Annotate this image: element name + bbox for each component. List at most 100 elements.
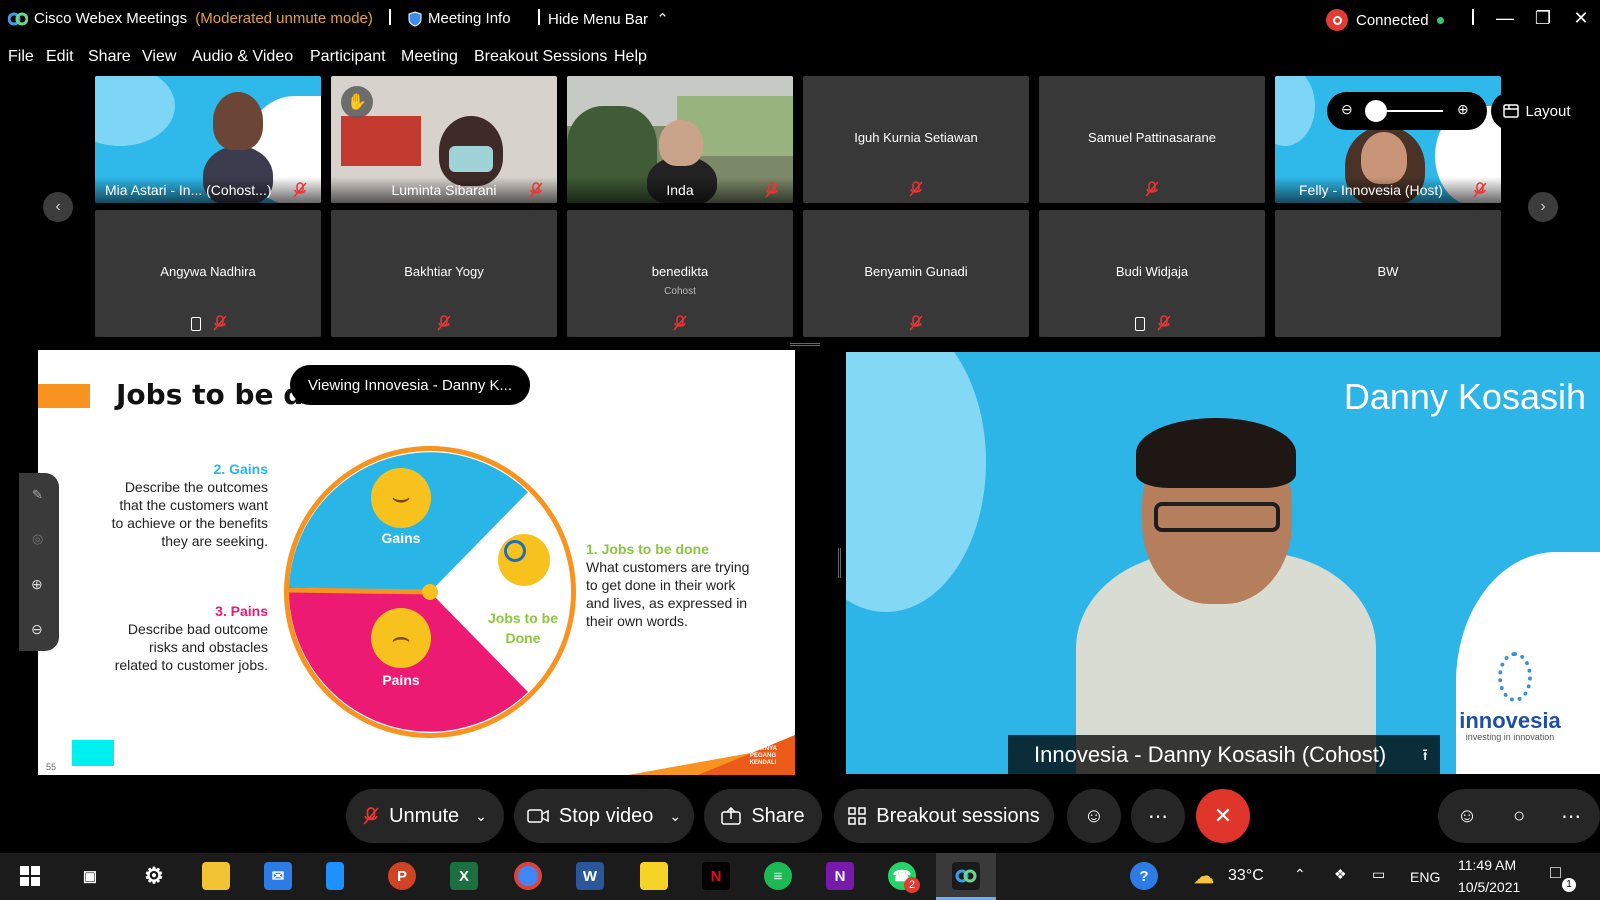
weather-icon[interactable]: ☁ bbox=[1190, 862, 1218, 890]
title-bar: Cisco Webex Meetings (Moderated unmute m… bbox=[0, 0, 1600, 38]
tablet-app-icon[interactable] bbox=[326, 862, 344, 890]
zoom-in-icon[interactable]: ⊕ bbox=[31, 576, 43, 593]
meeting-info-button[interactable]: Meeting Info bbox=[408, 10, 511, 27]
zoom-out-icon[interactable]: ⊖ bbox=[31, 621, 43, 638]
end-call-button[interactable]: ✕ bbox=[1196, 789, 1250, 843]
innovesia-logo-icon bbox=[1498, 652, 1532, 702]
menu-file[interactable]: File bbox=[8, 48, 34, 66]
webex-taskbar-icon[interactable] bbox=[952, 862, 980, 890]
battery-icon[interactable]: ▭ bbox=[1372, 866, 1385, 883]
notification-icon[interactable]: □ bbox=[1550, 862, 1561, 883]
menu-edit[interactable]: Edit bbox=[46, 48, 74, 66]
menu-audio-video[interactable]: Audio & Video bbox=[192, 48, 293, 66]
restore-icon[interactable]: ❐ bbox=[1528, 4, 1558, 32]
chevron-down-icon[interactable]: ⌄ bbox=[669, 808, 681, 825]
breakout-sessions-label: Breakout sessions bbox=[876, 804, 1040, 827]
raised-hand-icon: ✋ bbox=[341, 86, 373, 118]
video-tile[interactable]: ✋ Luminta Sibarani bbox=[331, 76, 557, 203]
help-icon[interactable]: ? bbox=[1130, 862, 1158, 890]
next-page-button[interactable]: › bbox=[1528, 192, 1558, 222]
windows-start-icon[interactable] bbox=[16, 862, 44, 890]
viewing-label: Viewing Innovesia - Danny K... bbox=[308, 376, 513, 394]
more-options-button[interactable]: ⋯ bbox=[1131, 789, 1185, 843]
fit-icon[interactable]: ◎ bbox=[32, 531, 43, 547]
innovesia-brand: innovesia bbox=[1459, 708, 1561, 733]
jobs-heading: 1. Jobs to be done bbox=[586, 541, 709, 557]
video-tile[interactable]: BW bbox=[1275, 210, 1501, 337]
app-title: Cisco Webex Meetings (Moderated unmute m… bbox=[34, 10, 373, 27]
hide-menu-bar-button[interactable]: Hide Menu Bar ⌃ bbox=[548, 10, 669, 28]
more-panels-icon[interactable]: ⋯ bbox=[1561, 804, 1581, 829]
zoom-in-icon[interactable]: ⊕ bbox=[1457, 101, 1469, 118]
video-tile[interactable]: Samuel Pattinasarane bbox=[1039, 76, 1265, 203]
zoom-out-icon[interactable]: ⊖ bbox=[1341, 101, 1353, 118]
chevron-down-icon[interactable]: ⌄ bbox=[475, 808, 487, 825]
word-icon[interactable]: W bbox=[576, 862, 604, 890]
clock-time[interactable]: 11:49 AM bbox=[1458, 857, 1516, 873]
video-tile[interactable]: benedikta Cohost bbox=[567, 210, 793, 337]
layout-button[interactable]: Layout bbox=[1491, 92, 1583, 130]
reactions-button[interactable]: ☺ bbox=[1067, 789, 1121, 843]
innovesia-tagline: investing in innovation bbox=[1465, 732, 1555, 742]
video-tile[interactable]: Iguh Kurnia Setiawan bbox=[803, 76, 1029, 203]
close-icon: ✕ bbox=[1213, 803, 1233, 828]
participant-name: Mia Astari - In... bbox=[105, 182, 203, 198]
tile-caption: Mia Astari - In... (Cohost...) bbox=[95, 177, 321, 203]
previous-page-button[interactable]: ‹ bbox=[43, 192, 73, 222]
menu-meeting[interactable]: Meeting bbox=[401, 48, 458, 66]
zoom-slider-handle[interactable] bbox=[1365, 100, 1387, 122]
video-tile[interactable]: Mia Astari - In... (Cohost...) bbox=[95, 76, 321, 203]
mic-muted-icon bbox=[1145, 181, 1159, 197]
tile-caption: Felly - Innovesia (Host) bbox=[1275, 177, 1501, 203]
shield-icon bbox=[408, 10, 422, 27]
video-tile[interactable]: Angywa Nadhira bbox=[95, 210, 321, 337]
share-label: Share bbox=[751, 804, 805, 827]
speaker-overlay-name: Danny Kosasih bbox=[1343, 376, 1586, 417]
settings-gear-icon[interactable]: ⚙ bbox=[140, 862, 168, 890]
pop-out-icon[interactable]: ⭱ bbox=[1422, 744, 1428, 771]
stop-video-button[interactable]: Stop video ⌄ bbox=[514, 789, 694, 843]
resize-handle[interactable] bbox=[838, 548, 841, 578]
chevron-up-icon[interactable]: ⌃ bbox=[1294, 866, 1306, 883]
layout-icon bbox=[1503, 104, 1520, 118]
clock-date[interactable]: 10/5/2021 bbox=[1458, 879, 1520, 895]
smiley-icon: ⌣ bbox=[371, 468, 431, 528]
chat-icon[interactable]: ○ bbox=[1513, 805, 1525, 828]
menu-view[interactable]: View bbox=[142, 48, 176, 66]
video-tile[interactable]: Benyamin Gunadi bbox=[803, 210, 1029, 337]
task-view-icon[interactable]: ▣ bbox=[76, 862, 104, 890]
panel-buttons: ☺ ○ ⋯ bbox=[1438, 789, 1600, 843]
resize-handle[interactable] bbox=[790, 343, 820, 346]
dropbox-icon[interactable]: ❖ bbox=[1334, 866, 1347, 883]
menu-share[interactable]: Share bbox=[88, 48, 131, 66]
netflix-icon[interactable]: N bbox=[702, 862, 730, 890]
menu-help[interactable]: Help bbox=[614, 48, 647, 66]
close-icon[interactable]: ✕ bbox=[1566, 4, 1596, 32]
excel-icon[interactable]: X bbox=[450, 862, 478, 890]
unmute-button[interactable]: Unmute ⌄ bbox=[346, 789, 504, 843]
minimize-icon[interactable]: — bbox=[1490, 4, 1520, 32]
menu-breakout-sessions[interactable]: Breakout Sessions bbox=[474, 48, 607, 66]
participants-icon[interactable]: ☺ bbox=[1457, 805, 1477, 828]
breakout-sessions-button[interactable]: Breakout sessions bbox=[834, 789, 1054, 843]
video-tile[interactable]: Bakhtiar Yogy bbox=[331, 210, 557, 337]
connection-status[interactable]: Connected bbox=[1326, 9, 1444, 31]
video-tile[interactable]: Budi Widjaja bbox=[1039, 210, 1265, 337]
annotate-icon[interactable]: ✎ bbox=[32, 487, 43, 503]
spotify-icon[interactable]: ≡ bbox=[764, 862, 792, 890]
sticky-notes-icon[interactable] bbox=[640, 862, 668, 890]
share-button[interactable]: Share bbox=[704, 789, 822, 843]
slide-page-number: 55 bbox=[46, 762, 57, 772]
menu-participant[interactable]: Participant bbox=[310, 48, 386, 66]
powerpoint-icon[interactable]: P bbox=[388, 862, 416, 890]
file-explorer-icon[interactable] bbox=[202, 862, 230, 890]
wheel-gains-label: Gains bbox=[381, 530, 421, 546]
video-tile[interactable]: Inda bbox=[567, 76, 793, 203]
mail-icon[interactable]: ✉ bbox=[264, 862, 292, 890]
participant-name: Angywa Nadhira bbox=[160, 264, 256, 279]
chrome-icon[interactable] bbox=[514, 862, 542, 890]
onenote-icon[interactable]: N bbox=[826, 862, 854, 890]
active-speaker-video[interactable]: Danny Kosasih innovesia investing in inn… bbox=[846, 352, 1600, 774]
language-indicator[interactable]: ENG bbox=[1410, 869, 1440, 885]
temperature[interactable]: 33°C bbox=[1228, 867, 1264, 885]
